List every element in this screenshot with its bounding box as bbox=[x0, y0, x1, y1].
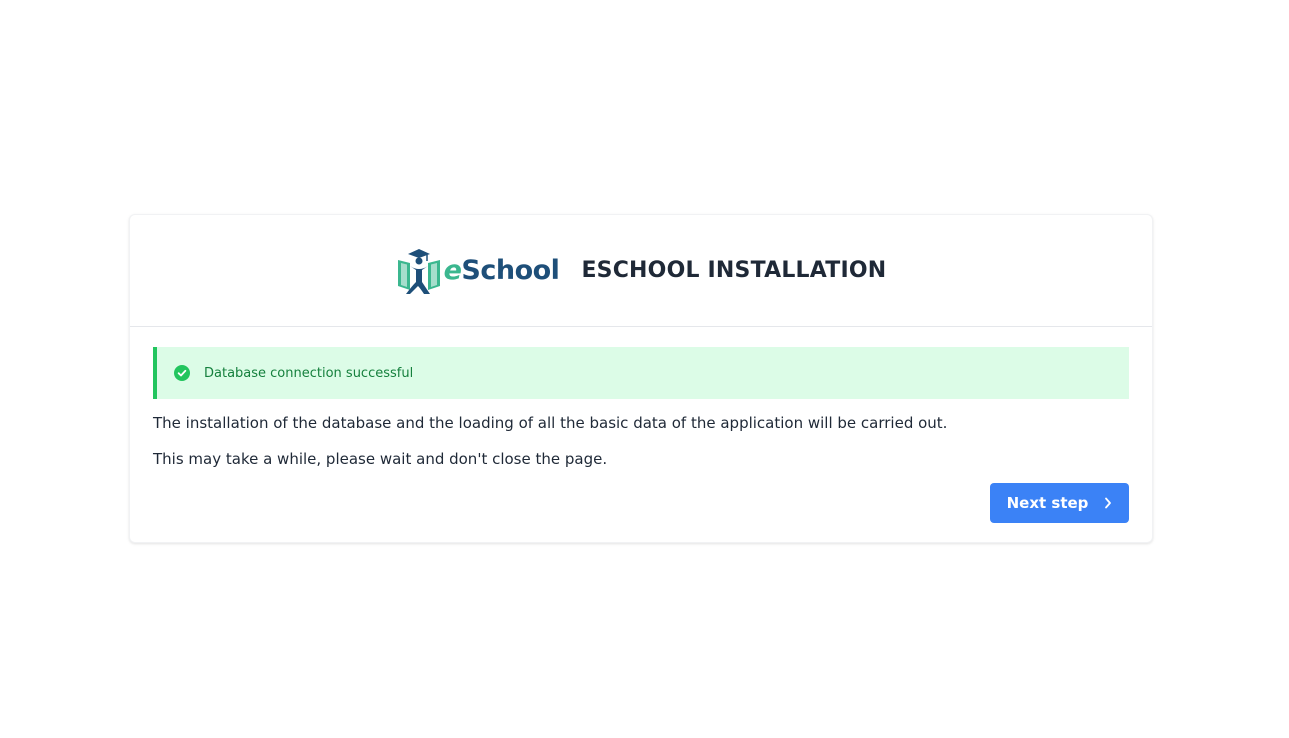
chevron-right-icon bbox=[1105, 497, 1112, 509]
brand-logo: eSchool bbox=[396, 246, 560, 296]
card-header: eSchool ESCHOOL INSTALLATION bbox=[130, 215, 1152, 327]
page-title: ESCHOOL INSTALLATION bbox=[581, 258, 887, 283]
eschool-logo-icon bbox=[397, 248, 440, 294]
installation-card: eSchool ESCHOOL INSTALLATION Database co… bbox=[129, 214, 1153, 543]
success-alert: Database connection successful bbox=[153, 347, 1129, 399]
brand-wordmark: eSchool bbox=[444, 255, 560, 286]
brand-wordmark-rest: School bbox=[461, 255, 560, 286]
check-circle-icon bbox=[174, 365, 190, 381]
next-step-button[interactable]: Next step bbox=[990, 483, 1129, 523]
next-step-label: Next step bbox=[1006, 494, 1089, 512]
brand-wordmark-e: e bbox=[443, 255, 462, 286]
install-description: The installation of the database and the… bbox=[153, 414, 948, 432]
alert-message: Database connection successful bbox=[204, 365, 414, 381]
card-body: Database connection successful The insta… bbox=[130, 327, 1152, 523]
wait-notice: This may take a while, please wait and d… bbox=[153, 450, 608, 468]
